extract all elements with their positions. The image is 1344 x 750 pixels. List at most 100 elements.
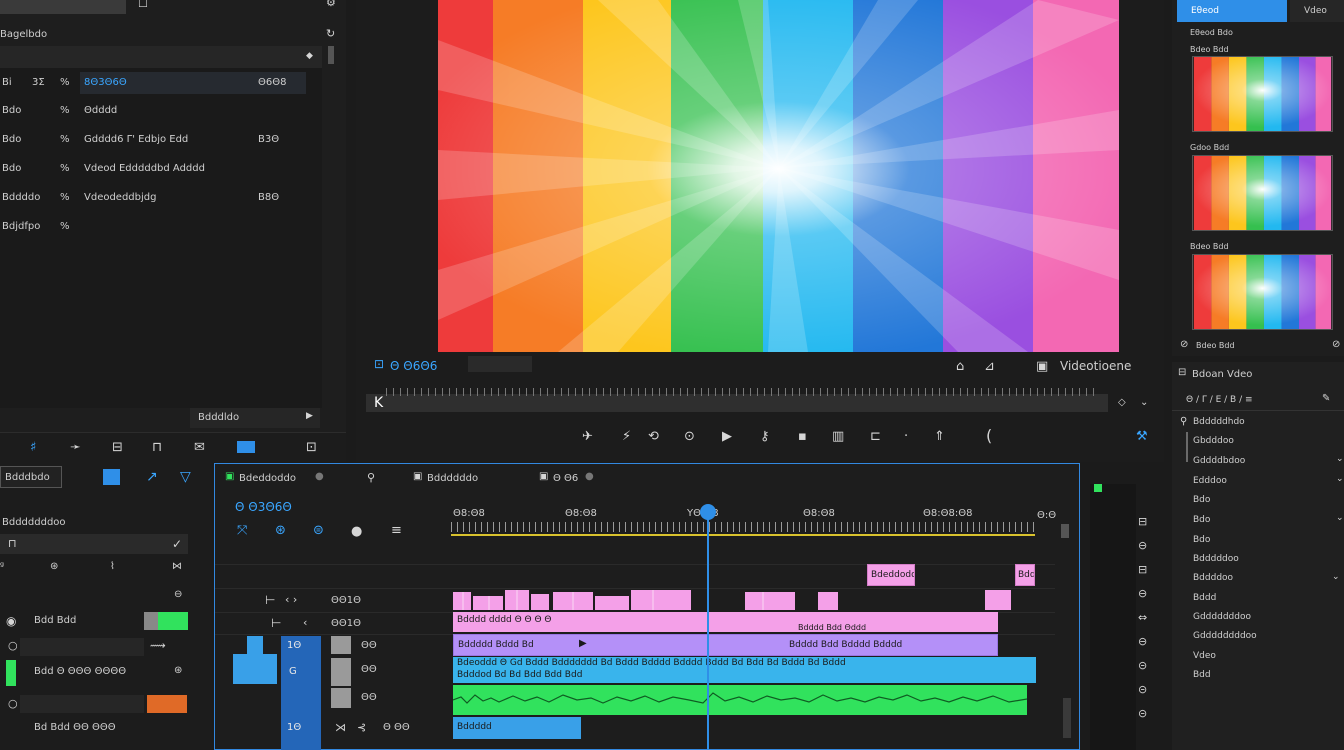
scrubber-start-marker[interactable]: K bbox=[374, 396, 383, 410]
property-item[interactable]: Bdo bbox=[1193, 515, 1210, 525]
lock-icon[interactable]: ⊓ bbox=[8, 538, 17, 549]
scissors-icon[interactable]: ➛ bbox=[70, 441, 81, 454]
sequence-tab[interactable]: ▣ Θ Θ6 ● bbox=[537, 468, 617, 488]
play-icon[interactable]: ▶ bbox=[722, 430, 732, 443]
effect-thumbnail[interactable] bbox=[1192, 254, 1333, 330]
pink-clip[interactable]: Bdddd dddd Θ Θ Θ Θ Bdddd Bdd Θddd bbox=[453, 612, 998, 632]
linked-icon[interactable]: ⊛ bbox=[275, 524, 286, 537]
settings-icon[interactable]: ▥ bbox=[832, 430, 844, 443]
track-target-blue[interactable] bbox=[233, 654, 277, 684]
asset-row[interactable]: Bdo % Θdddd bbox=[0, 100, 322, 122]
go-back-icon[interactable]: ⊙ bbox=[684, 430, 695, 443]
record-icon[interactable]: ◉ bbox=[6, 615, 16, 627]
expand-icon[interactable]: ◆ bbox=[306, 52, 313, 61]
filter-icon[interactable]: ▽ bbox=[180, 470, 191, 484]
frame-icon[interactable]: ▣ bbox=[1036, 360, 1048, 373]
chevron-down-icon[interactable]: ⌄ bbox=[1140, 398, 1148, 408]
settings-icon[interactable]: ⊛ bbox=[174, 666, 182, 676]
tool-select-icon[interactable] bbox=[103, 469, 120, 485]
track-mute-gray[interactable] bbox=[331, 658, 351, 686]
property-item[interactable]: Bdo bbox=[1193, 495, 1210, 505]
green-toggle[interactable] bbox=[158, 612, 188, 630]
snap-icon[interactable]: ⤧ bbox=[237, 524, 247, 537]
effect-thumbnail[interactable] bbox=[1192, 56, 1333, 132]
lift-icon[interactable]: ⇑ bbox=[934, 430, 945, 443]
property-item[interactable]: Bddddoo bbox=[1193, 573, 1233, 583]
sync-icon[interactable]: ⟿ bbox=[150, 640, 166, 651]
mix-icon[interactable]: ⊛ bbox=[50, 562, 58, 572]
markers-icon[interactable]: ✈ bbox=[582, 430, 593, 443]
check-icon[interactable]: ✓ bbox=[172, 538, 182, 550]
scrubber-bar[interactable] bbox=[366, 394, 1108, 412]
playhead-line[interactable] bbox=[707, 512, 709, 750]
hash-icon[interactable]: ♯ bbox=[30, 441, 36, 454]
list-icon[interactable] bbox=[237, 441, 255, 453]
export-frame-icon[interactable]: ▪ bbox=[798, 430, 807, 443]
hand-icon[interactable]: ⊝ bbox=[1138, 660, 1147, 671]
sequence-tab[interactable]: ▣ Bdeddoddo ● bbox=[221, 468, 331, 488]
property-item[interactable]: Gddddddddoo bbox=[1193, 631, 1257, 641]
playhead-handle[interactable] bbox=[700, 504, 716, 520]
track-header-blue[interactable]: 1Θ G 1Θ bbox=[281, 636, 321, 750]
sync-lock-icon[interactable]: ⋊ bbox=[335, 722, 346, 733]
razor-icon[interactable]: ⊖ bbox=[1138, 588, 1147, 599]
asset-row[interactable]: Bddddo % Vdeodeddbjdg Β8Θ bbox=[0, 187, 322, 209]
timeline-vscroll[interactable] bbox=[1063, 698, 1071, 738]
property-item[interactable]: Gbdddoo bbox=[1193, 436, 1234, 446]
property-item[interactable]: Gddddbdoo bbox=[1193, 456, 1245, 466]
property-item[interactable]: Bdo bbox=[1193, 535, 1210, 545]
wrench-icon[interactable]: ⚒ bbox=[1136, 430, 1148, 443]
property-item[interactable]: Edddoo bbox=[1193, 476, 1227, 486]
track-select-icon[interactable]: ⊖ bbox=[1138, 540, 1147, 551]
chevron-icon[interactable]: ⌄ bbox=[1336, 475, 1344, 484]
marker-icon[interactable]: ⊜ bbox=[313, 524, 324, 537]
sequence-tab[interactable]: ▣ Bddddddo bbox=[411, 468, 521, 488]
circle-icon[interactable]: ○ bbox=[8, 640, 18, 651]
circle-icon[interactable]: ○ bbox=[8, 698, 18, 709]
tools-input[interactable] bbox=[0, 534, 188, 554]
link-icon[interactable]: ⊘ bbox=[1180, 340, 1188, 350]
comment-icon[interactable]: ✉ bbox=[194, 441, 205, 454]
track-target-blue[interactable] bbox=[247, 636, 263, 654]
ripple-icon[interactable]: ⊟ bbox=[1138, 564, 1147, 575]
folder-icon[interactable]: ⊡ bbox=[306, 441, 317, 454]
mark-in-icon[interactable]: ⚡ bbox=[622, 430, 631, 443]
green-audio-clip[interactable] bbox=[453, 685, 1027, 715]
pin-icon[interactable]: ⚲ bbox=[1180, 417, 1187, 427]
track-lock-icon[interactable]: ⊢ bbox=[271, 617, 281, 629]
gray-toggle[interactable] bbox=[144, 612, 158, 630]
asset-row[interactable]: Bdo % Vdeod Edddddbd Adddd bbox=[0, 158, 322, 180]
property-item[interactable]: Vdeo bbox=[1193, 651, 1216, 661]
toggle-icon[interactable]: ⊰ bbox=[357, 722, 366, 733]
tray-icon[interactable]: ⊏ bbox=[870, 430, 881, 443]
title-clip[interactable]: Bdddo bbox=[1015, 564, 1035, 586]
bin-path-bar[interactable] bbox=[0, 46, 322, 68]
clear-icon[interactable]: ⋈ bbox=[172, 562, 182, 572]
select-tool-icon[interactable]: ⊟ bbox=[1138, 516, 1147, 527]
edit-icon[interactable]: ✎ bbox=[1322, 394, 1330, 404]
orange-toggle[interactable] bbox=[147, 695, 187, 713]
trash-icon[interactable]: ⊖ bbox=[174, 590, 182, 600]
speaker-icon[interactable]: ⊓ bbox=[152, 441, 162, 454]
asset-row[interactable]: Bi 3Σ % 8Θ3Θ6Θ Θ6Θ8 bbox=[0, 72, 322, 94]
menu-icon[interactable]: ≡ bbox=[391, 524, 402, 537]
refresh-icon[interactable]: ↻ bbox=[326, 28, 335, 39]
track-mute-gray[interactable] bbox=[331, 636, 351, 654]
settings-icon[interactable]: ● bbox=[351, 525, 362, 538]
tag-icon[interactable]: ⊟ bbox=[112, 441, 123, 454]
zoom-toggle-icon[interactable]: ◇ bbox=[1118, 398, 1126, 408]
scrollbar[interactable] bbox=[328, 46, 334, 64]
zoom-slider[interactable] bbox=[468, 356, 532, 372]
zoom-tool-icon[interactable]: ⊝ bbox=[1138, 708, 1147, 719]
chevron-icon[interactable]: ⌄ bbox=[1336, 514, 1344, 523]
checkbox-icon[interactable]: ☐ bbox=[138, 0, 148, 9]
effect-thumbnail[interactable] bbox=[1192, 155, 1333, 231]
property-item[interactable]: Gdddddddoo bbox=[1193, 612, 1251, 622]
key-icon[interactable]: ⚷ bbox=[760, 430, 770, 443]
tab-video[interactable]: Vdeo bbox=[1290, 0, 1344, 22]
title-clip[interactable]: Bdeddodd bbox=[867, 564, 915, 586]
violet-clip[interactable]: Bddddd Bddd Bd ▶ Bdddd Bdd Bdddd Bdddd bbox=[453, 634, 998, 656]
pen-icon[interactable]: ↗ bbox=[146, 470, 158, 484]
close-icon[interactable]: ● bbox=[315, 472, 324, 482]
property-item[interactable]: Bdddddoo bbox=[1193, 554, 1239, 564]
